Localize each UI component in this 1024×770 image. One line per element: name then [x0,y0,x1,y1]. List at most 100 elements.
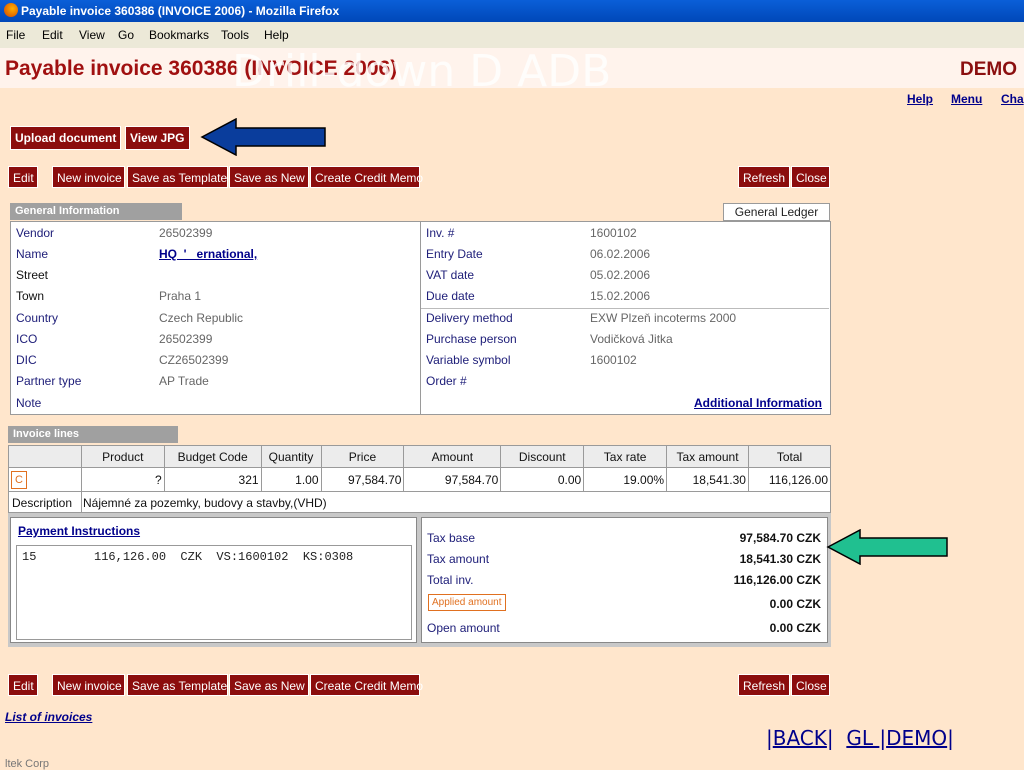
note-label: Note [16,396,42,410]
nav-separator: | [947,726,954,750]
menu-file[interactable]: File [6,28,25,42]
purchase-person-value: Vodičková Jitka [590,332,673,346]
save-as-template-button[interactable]: Save as Template [127,166,228,188]
menu-tools[interactable]: Tools [221,28,249,42]
additional-information-link[interactable]: Additional Information [694,396,822,410]
invoice-lines-table: Product Budget Code Quantity Price Amoun… [8,445,832,492]
town-label: Town [16,289,45,303]
country-value: Czech Republic [159,311,244,325]
open-amount-value: 0.00 CZK [769,621,821,635]
column-header: Quantity [260,445,322,468]
town-value: Praha 1 [159,289,202,303]
delivery-method-value: EXW Plzeň incoterms 2000 [590,311,737,325]
column-header: Total [747,445,832,468]
tax-amount-cell: 18,541.30 [666,467,749,492]
view-jpg-button[interactable]: View JPG [125,126,190,150]
green-arrow-icon [826,529,948,565]
save-as-new-button-bottom[interactable]: Save as New [229,674,309,696]
variable-symbol-label: Variable symbol [426,353,511,367]
page-header: Payable invoice 360386 (INVOICE 2006) Dr… [0,46,1024,97]
brand-label: DEMO [960,59,1017,80]
table-row: C ? 321 1.00 97,584.70 97,584.70 0.00 19… [8,467,832,492]
vat-date-value: 05.02.2006 [590,268,651,282]
change-link[interactable]: Cha [1001,92,1024,106]
due-date-value: 15.02.2006 [590,289,651,303]
vendor-label: Vendor [16,226,55,240]
menu-link[interactable]: Menu [951,92,982,106]
menu-help[interactable]: Help [264,28,289,42]
create-credit-memo-button[interactable]: Create Credit Memo [310,166,423,188]
help-link[interactable]: Help [907,92,933,106]
vendor-name-link[interactable]: HQ ' ernational, [159,247,257,261]
delivery-method-label: Delivery method [426,311,513,325]
discount-cell: 0.00 [500,467,585,492]
window-title: Payable invoice 360386 (INVOICE 2006) - … [21,4,340,18]
footer-text: ltek Corp [5,758,50,770]
tax-base-label: Tax base [427,531,476,545]
menu-go[interactable]: Go [118,28,134,42]
quantity-cell: 1.00 [260,467,322,492]
refresh-button[interactable]: Refresh [738,166,790,188]
panel-divider [420,221,421,415]
product-cell: ? [80,467,165,492]
gl-link[interactable]: GL [846,726,879,750]
menu-bookmarks[interactable]: Bookmarks [149,28,209,42]
close-button-bottom[interactable]: Close [791,674,830,696]
blue-arrow-icon [200,118,326,156]
invoice-number-label: Inv. # [426,226,455,240]
edit-button-bottom[interactable]: Edit [8,674,38,696]
slide-overlay-title: Drill-down D ADB [232,46,612,97]
upload-document-button[interactable]: Upload document [10,126,121,150]
partner-type-label: Partner type [16,374,82,388]
partner-type-value: AP Trade [159,374,209,388]
general-ledger-tab[interactable]: General Ledger [723,203,830,221]
tax-rate-cell: 19.00% [583,467,668,492]
dic-value: CZ26502399 [159,353,229,367]
tax-base-value: 97,584.70 CZK [739,531,821,545]
table-header-row: Product Budget Code Quantity Price Amoun… [8,445,832,468]
budget-code-cell: 321 [163,467,262,492]
column-header: Tax rate [583,445,668,468]
save-as-new-button[interactable]: Save as New [229,166,309,188]
slide-navigation: |BACK| GL |DEMO| [766,726,954,750]
column-header: Amount [403,445,502,468]
column-header: Tax amount [666,445,749,468]
demo-link[interactable]: DEMO [886,726,947,750]
firefox-icon [4,3,18,17]
refresh-button-bottom[interactable]: Refresh [738,674,790,696]
back-link[interactable]: BACK [773,726,827,750]
description-value: Nájemné za pozemky, budovy a stavby,(VHD… [83,496,327,510]
description-row: Description Nájemné za pozemky, budovy a… [8,491,831,513]
column-header: Budget Code [163,445,262,468]
general-information-tab[interactable]: General Information [10,203,182,220]
invoice-lines-tab[interactable]: Invoice lines [8,426,178,443]
create-credit-memo-button-bottom[interactable]: Create Credit Memo [310,674,423,696]
list-of-invoices-link[interactable]: List of invoices [5,710,92,724]
vat-date-label: VAT date [426,268,475,282]
new-invoice-button[interactable]: New invoice [52,166,125,188]
tax-amount-label: Tax amount [427,552,490,566]
menu-view[interactable]: View [79,28,105,42]
column-header: Discount [500,445,585,468]
name-label: Name [16,247,49,261]
street-label: Street [16,268,49,282]
payment-instructions-link[interactable]: Payment Instructions [18,524,140,538]
vendor-value: 26502399 [159,226,213,240]
total-invoice-label: Total inv. [427,573,474,587]
ico-value: 26502399 [159,332,213,346]
row-select-button[interactable]: C [11,470,27,489]
applied-amount-value: 0.00 CZK [769,597,821,611]
variable-symbol-value: 1600102 [590,353,637,367]
description-label: Description [12,496,73,510]
amount-cell: 97,584.70 [403,467,502,492]
menu-edit[interactable]: Edit [42,28,63,42]
tax-amount-value: 18,541.30 CZK [739,552,821,566]
row-select-cell: C [8,467,82,492]
edit-button[interactable]: Edit [8,166,38,188]
dic-label: DIC [16,353,37,367]
new-invoice-button-bottom[interactable]: New invoice [52,674,125,696]
close-button[interactable]: Close [791,166,830,188]
applied-amount-button[interactable]: Applied amount [428,594,506,611]
country-label: Country [16,311,59,325]
save-as-template-button-bottom[interactable]: Save as Template [127,674,228,696]
